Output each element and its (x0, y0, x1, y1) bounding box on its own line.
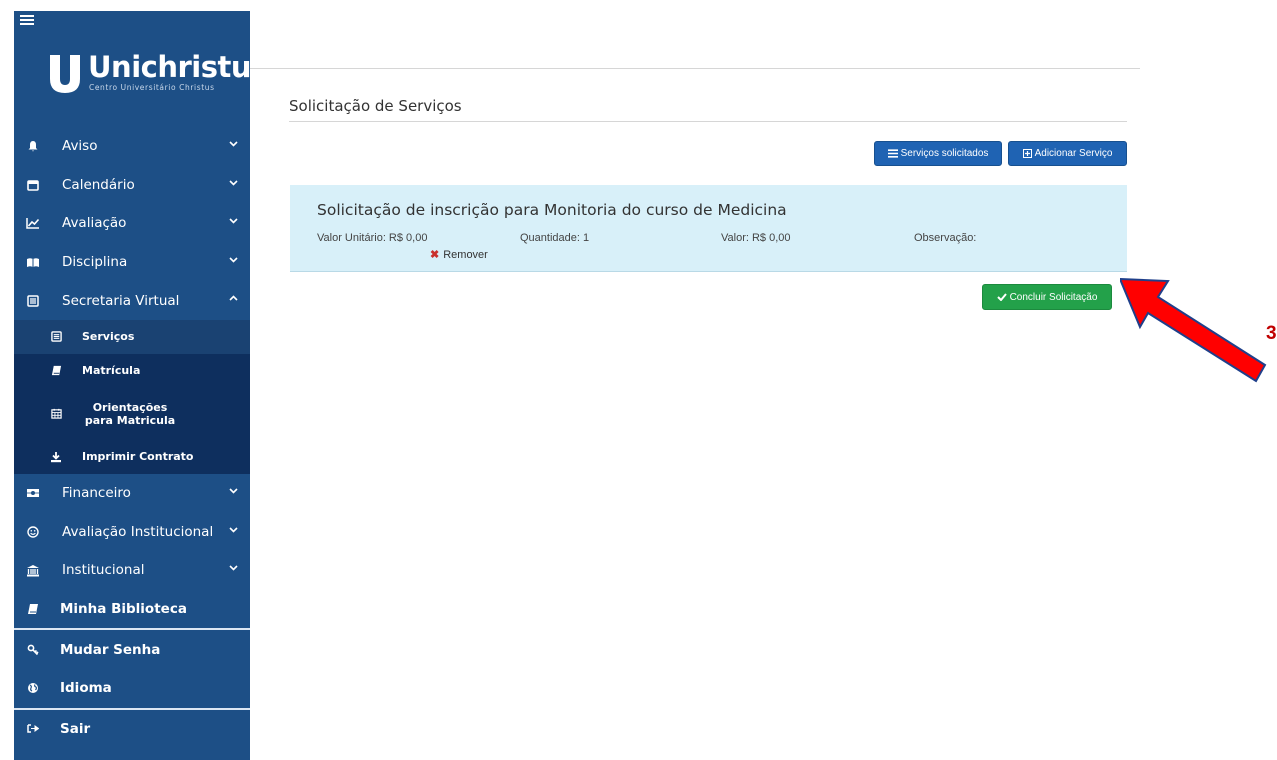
logo-subtitle: Centro Universitário Christus (89, 83, 215, 92)
annotation-arrow-icon (1120, 277, 1267, 383)
sidebar-item-label: Mudar Senha (60, 641, 161, 658)
download-icon (50, 451, 62, 463)
smile-icon (26, 525, 40, 539)
submenu-item-label: Matrícula (82, 364, 141, 378)
service-unit-value: Valor Unitário: R$ 0,00 (317, 232, 428, 244)
sign-out-icon (26, 722, 40, 736)
sidebar-item-financeiro[interactable]: Financeiro (14, 474, 250, 513)
service-title: Solicitação de inscrição para Monitoria … (317, 201, 787, 219)
list-icon (887, 149, 898, 158)
newspaper-icon (50, 331, 62, 343)
sidebar-item-label: Sair (60, 720, 91, 737)
chevron-down-icon (229, 526, 238, 533)
chevron-down-icon (229, 565, 238, 571)
concluir-solicitacao-label: Concluir Solicitação (1009, 291, 1098, 303)
sidebar-item-label: Calendário (62, 176, 135, 193)
key-icon (26, 643, 40, 657)
calendar-icon (26, 178, 40, 192)
sidebar-item-label: Avaliação Institucional (62, 523, 214, 540)
sidebar-item-institucional[interactable]: Institucional (14, 551, 250, 590)
check-icon (996, 293, 1007, 301)
servicos-solicitados-label: Serviços solicitados (900, 148, 989, 159)
newspaper-icon (26, 294, 40, 308)
sidebar-item-sair[interactable]: Sair (14, 710, 250, 749)
page-title: Solicitação de Serviços (289, 97, 462, 115)
sidebar-item-label: Avaliação (62, 215, 127, 232)
book-icon (26, 602, 40, 616)
globe-icon (26, 681, 40, 695)
sidebar-item-idioma[interactable]: Idioma (14, 669, 250, 708)
sidebar-item-secretaria-virtual[interactable]: Secretaria Virtual (14, 281, 250, 320)
hamburger-menu-icon[interactable] (20, 13, 34, 27)
adicionar-servico-button[interactable]: Adicionar Serviço (1008, 141, 1127, 166)
sidebar-item-disciplina[interactable]: Disciplina (14, 243, 250, 282)
chevron-down-icon (229, 141, 238, 147)
close-icon: ✖ (430, 249, 440, 261)
service-value: Valor: R$ 0,00 (721, 232, 791, 244)
line-chart-icon (26, 216, 40, 230)
adicionar-servico-label: Adicionar Serviço (1034, 148, 1113, 159)
sidebar-item-label: Secretaria Virtual (62, 292, 180, 309)
service-item: Solicitação de inscrição para Monitoria … (290, 185, 1127, 272)
sidebar-item-label: Institucional (62, 562, 145, 579)
chevron-down-icon (229, 488, 238, 494)
institution-icon (26, 563, 40, 577)
sidebar-item-aviso[interactable]: Aviso (14, 127, 250, 166)
calendar-grid-icon (50, 408, 62, 420)
remove-label: Remover (443, 248, 488, 261)
service-quantity: Quantidade: 1 (520, 232, 590, 244)
submenu-item-label: Orientações para Matricula (84, 400, 176, 427)
sidebar-item-calendario[interactable]: Calendário (14, 166, 250, 205)
submenu-item-label: Imprimir Contrato (82, 450, 194, 464)
service-observation: Observação: (914, 232, 977, 244)
money-icon (26, 486, 40, 500)
logo: Unichristus Centro Universitário Christu… (48, 50, 268, 103)
submenu-item-servicos[interactable]: Serviços (14, 319, 250, 354)
book-icon (50, 365, 62, 377)
logo-name: Unichristus (88, 50, 268, 84)
submenu-item-matricula[interactable]: Matrícula (14, 354, 250, 388)
servicos-solicitados-button[interactable]: Serviços solicitados (874, 141, 1002, 166)
header-divider (250, 68, 1140, 69)
sidebar: Unichristus Centro Universitário Christu… (14, 11, 268, 760)
sidebar-item-label: Aviso (62, 138, 98, 155)
sidebar-menu: Aviso Calendário Avaliação Disciplina Se… (14, 127, 250, 748)
secretaria-submenu: Serviços Matrícula Orientações para Matr… (14, 319, 250, 474)
sidebar-item-minha-biblioteca[interactable]: Minha Biblioteca (14, 590, 250, 629)
title-divider (289, 121, 1127, 122)
logo-mark-icon (50, 55, 80, 93)
submenu-item-label: Serviços (82, 330, 135, 344)
submenu-item-imprimir-contrato[interactable]: Imprimir Contrato (14, 440, 250, 474)
sidebar-item-avaliacao[interactable]: Avaliação (14, 204, 250, 243)
sidebar-item-avaliacao-institucional[interactable]: Avaliação Institucional (14, 513, 250, 552)
chevron-up-icon (229, 295, 238, 301)
sidebar-item-label: Disciplina (62, 254, 128, 271)
chevron-down-icon (229, 180, 238, 186)
sidebar-item-label: Minha Biblioteca (60, 601, 187, 618)
sidebar-item-mudar-senha[interactable]: Mudar Senha (14, 630, 250, 669)
bell-icon (26, 139, 40, 153)
chevron-down-icon (229, 257, 238, 263)
concluir-solicitacao-button[interactable]: Concluir Solicitação (982, 284, 1112, 310)
open-book-icon (26, 255, 40, 269)
plus-square-icon (1022, 149, 1032, 158)
submenu-item-orientacoes[interactable]: Orientações para Matricula (14, 388, 250, 440)
annotation-step-number: 3 (1266, 323, 1277, 344)
sidebar-item-label: Idioma (60, 680, 112, 697)
remove-service-link[interactable]: ✖ Remover (430, 248, 488, 262)
sidebar-item-label: Financeiro (62, 485, 131, 502)
chevron-down-icon (229, 218, 238, 224)
